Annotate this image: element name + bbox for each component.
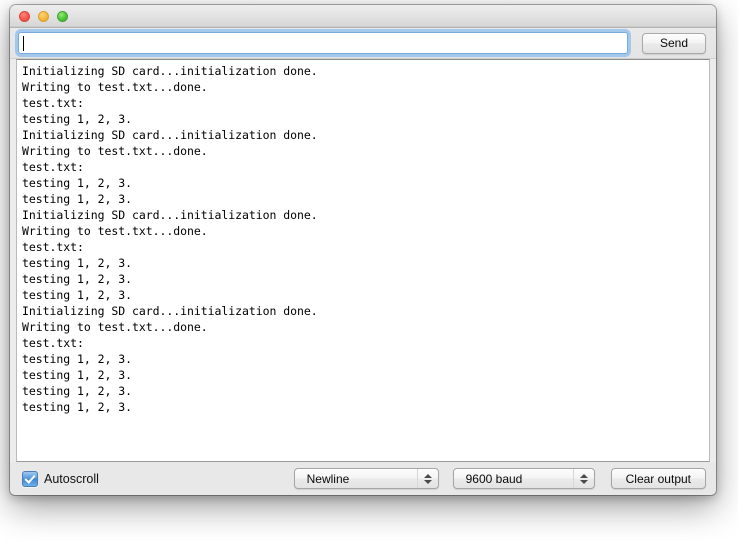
serial-monitor-window: Send Initializing SD card...initializati… — [10, 5, 716, 495]
line-ending-select[interactable]: Newline — [293, 468, 439, 489]
close-button-icon[interactable] — [19, 11, 30, 22]
autoscroll-label: Autoscroll — [44, 471, 99, 486]
send-input[interactable] — [19, 33, 627, 53]
zoom-button-icon[interactable] — [57, 11, 68, 22]
baud-rate-value: 9600 baud — [465, 471, 523, 486]
serial-output-area[interactable]: Initializing SD card...initialization do… — [16, 59, 710, 462]
chevron-up-icon — [423, 473, 432, 478]
line-ending-value: Newline — [306, 471, 350, 486]
baud-rate-select[interactable]: 9600 baud — [452, 468, 595, 489]
minimize-button-icon[interactable] — [38, 11, 49, 22]
clear-output-button[interactable]: Clear output — [610, 468, 706, 489]
send-button[interactable]: Send — [642, 32, 706, 54]
window-titlebar[interactable] — [10, 5, 716, 28]
chevron-down-icon — [423, 479, 432, 484]
chevron-down-icon — [579, 479, 588, 484]
serial-output-text: Initializing SD card...initialization do… — [22, 64, 318, 414]
autoscroll-checkbox-group[interactable]: Autoscroll — [22, 470, 99, 487]
desktop-backdrop: Send Initializing SD card...initializati… — [0, 0, 738, 541]
autoscroll-checkbox[interactable] — [22, 470, 38, 487]
window-controls — [19, 11, 68, 22]
chevron-up-icon — [579, 473, 588, 478]
chevron-updown-icon[interactable] — [416, 469, 438, 488]
chevron-updown-icon[interactable] — [572, 469, 594, 488]
send-input-wrapper[interactable] — [18, 32, 628, 54]
send-toolbar: Send — [10, 28, 716, 59]
bottom-toolbar: Autoscroll Newline 9600 baud Clear outpu… — [10, 462, 716, 495]
